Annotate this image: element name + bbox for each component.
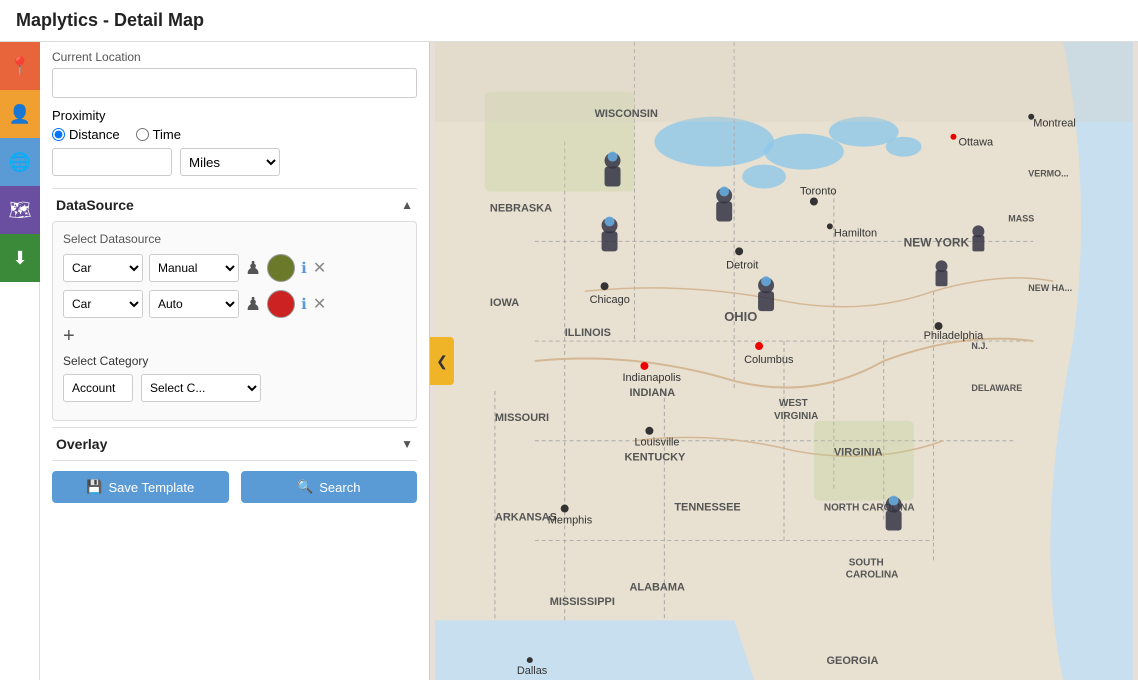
svg-text:WEST: WEST [779,398,808,409]
proximity-label: Proximity [52,108,417,123]
save-icon: 💾 [86,479,102,495]
control-panel: Current Location Proximity Distance Time… [40,42,430,680]
datasource-row-2: CarTruckVan AutoManual ♟ ℹ ✕ [63,290,406,318]
ds2-type-select[interactable]: CarTruckVan [63,290,143,318]
svg-text:MISSISSIPPI: MISSISSIPPI [550,596,615,608]
ds2-mode-select[interactable]: AutoManual [149,290,239,318]
location-input[interactable] [52,68,417,98]
sidebar-icons: 📍 👤 🌐 🗺 ⬇ [0,42,40,680]
datasource-title: DataSource [56,197,134,213]
svg-text:CAROLINA: CAROLINA [846,569,899,580]
datasource-row-1: CarTruckVan ManualAuto ♟ ℹ ✕ [63,254,406,282]
svg-text:NEW YORK: NEW YORK [904,235,970,249]
overlay-section-header[interactable]: Overlay ▼ [52,427,417,460]
svg-text:Hamilton: Hamilton [834,227,877,239]
add-datasource-button[interactable]: + [63,326,75,346]
select-category-label: Select Category [63,354,406,368]
svg-text:VIRGINIA: VIRGINIA [834,447,883,459]
ds1-info-icon[interactable]: ℹ [301,259,307,277]
svg-text:IOWA: IOWA [490,297,519,309]
account-label: Account [63,374,133,402]
svg-text:Indianapolis: Indianapolis [623,372,682,384]
svg-text:NEBRASKA: NEBRASKA [490,202,552,214]
sidebar-icon-download[interactable]: ⬇ [0,234,40,282]
svg-text:Louisville: Louisville [634,437,679,449]
map-area: ❮ [430,42,1138,680]
datasource-chevron-icon: ▲ [401,198,413,212]
current-location-label: Current Location [52,50,417,64]
category-select[interactable]: Select C... Category 1 Category 2 [141,374,261,402]
search-icon: 🔍 [297,479,313,495]
svg-text:MISSOURI: MISSOURI [495,412,549,424]
svg-text:TENNESSEE: TENNESSEE [674,502,740,514]
svg-text:VIRGINIA: VIRGINIA [774,411,818,422]
search-button[interactable]: 🔍 Search [241,471,418,503]
time-radio-label[interactable]: Time [136,127,181,142]
svg-text:NEW HA...: NEW HA... [1028,283,1072,293]
ds2-color-circle[interactable] [267,290,295,318]
svg-text:VERMO...: VERMO... [1028,169,1068,179]
svg-text:ALABAMA: ALABAMA [629,581,684,593]
bottom-buttons: 💾 Save Template 🔍 Search [52,460,417,507]
datasource-section-header[interactable]: DataSource ▲ [52,188,417,221]
svg-text:Memphis: Memphis [548,514,593,526]
svg-text:Ottawa: Ottawa [958,137,994,149]
ds1-close-icon[interactable]: ✕ [313,258,326,278]
app-title: Maplytics - Detail Map [16,10,204,31]
svg-text:OHIO: OHIO [724,309,757,324]
distance-input[interactable] [52,148,172,176]
distance-radio-label[interactable]: Distance [52,127,120,142]
ds2-info-icon[interactable]: ℹ [301,295,307,313]
ds2-person-icon: ♟ [245,294,261,315]
sidebar-icon-globe[interactable]: 🌐 [0,138,40,186]
time-radio[interactable] [136,128,149,141]
ds1-color-circle[interactable] [267,254,295,282]
ds2-close-icon[interactable]: ✕ [313,294,326,314]
svg-text:Detroit: Detroit [726,259,758,271]
overlay-title: Overlay [56,436,107,452]
ds1-mode-select[interactable]: ManualAuto [149,254,239,282]
svg-text:Chicago: Chicago [590,294,630,306]
svg-text:INDIANA: INDIANA [629,387,675,399]
svg-text:WISCONSIN: WISCONSIN [595,108,658,120]
ds1-type-select[interactable]: CarTruckVan [63,254,143,282]
sidebar-icon-map[interactable]: 🗺 [0,186,40,234]
miles-select[interactable]: Miles Km [180,148,280,176]
save-template-button[interactable]: 💾 Save Template [52,471,229,503]
svg-text:MASS: MASS [1008,213,1034,223]
svg-text:Columbus: Columbus [744,354,794,366]
svg-text:SOUTH: SOUTH [849,557,884,568]
sidebar-icon-location[interactable]: 📍 [0,42,40,90]
svg-text:ILLINOIS: ILLINOIS [565,327,611,339]
category-row: Account Select C... Category 1 Category … [63,374,406,402]
svg-text:Dallas: Dallas [517,665,548,677]
select-datasource-label: Select Datasource [63,232,406,246]
svg-text:Philadelphia: Philadelphia [924,330,985,342]
toggle-panel-button[interactable]: ❮ [430,337,454,385]
title-bar: Maplytics - Detail Map [0,0,1138,42]
svg-text:N.J.: N.J. [971,341,987,351]
svg-text:DELAWARE: DELAWARE [971,383,1022,393]
distance-radio[interactable] [52,128,65,141]
sidebar-icon-person[interactable]: 👤 [0,90,40,138]
svg-text:Montreal: Montreal [1033,118,1076,130]
overlay-chevron-icon: ▼ [401,437,413,451]
datasource-box: Select Datasource CarTruckVan ManualAuto… [52,221,417,421]
svg-text:Toronto: Toronto [800,186,837,198]
svg-text:KENTUCKY: KENTUCKY [625,452,687,464]
ds1-person-icon: ♟ [245,258,261,279]
